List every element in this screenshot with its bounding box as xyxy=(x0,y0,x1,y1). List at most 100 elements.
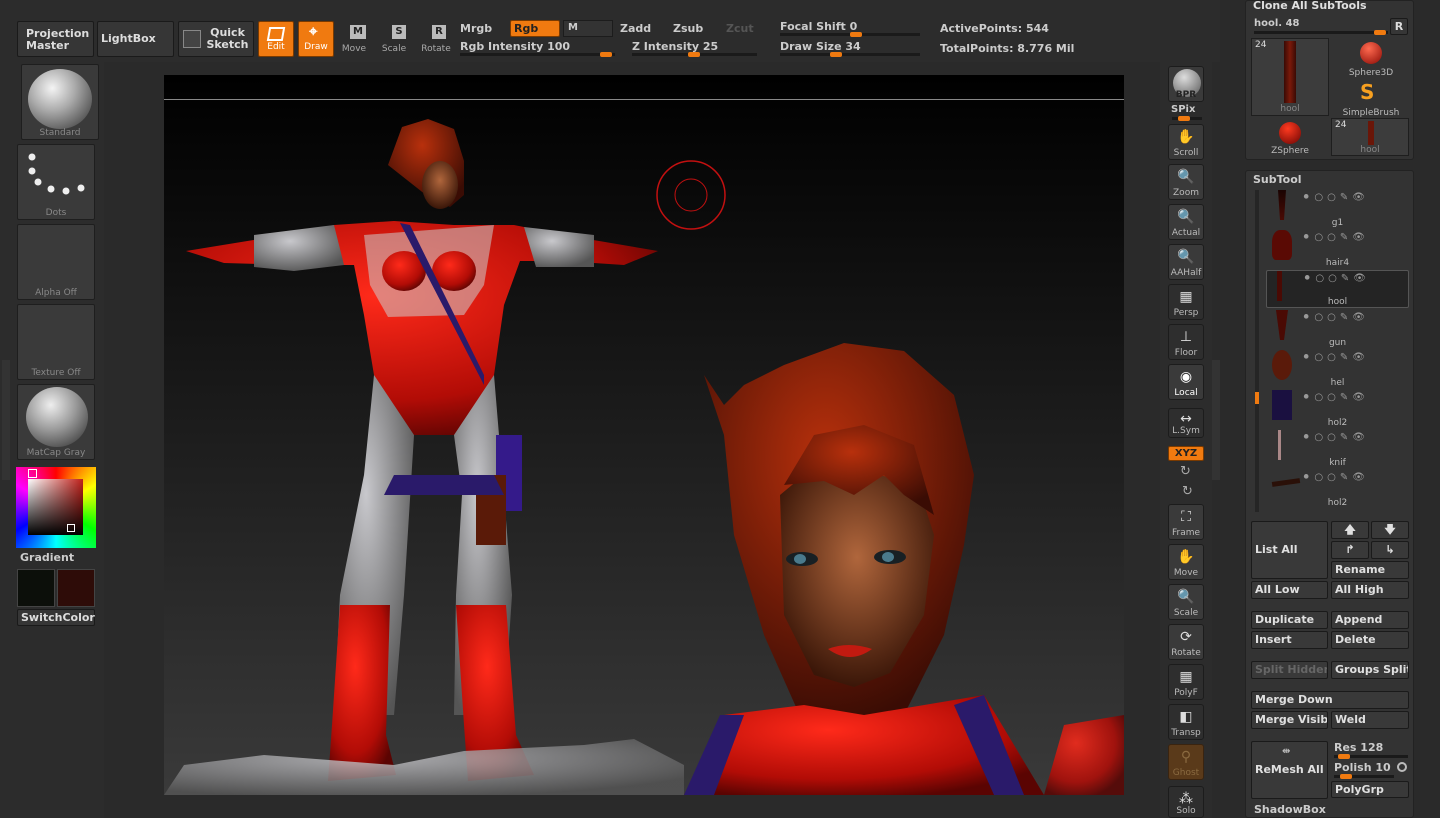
focal-shift-handle[interactable] xyxy=(850,32,862,37)
rgb-toggle[interactable]: Rgb xyxy=(510,20,560,37)
mrgb-toggle[interactable]: Mrgb xyxy=(460,22,492,35)
shadowbox-section[interactable]: ShadowBox xyxy=(1254,803,1326,816)
alpha-selector[interactable]: Alpha Off xyxy=(17,224,95,300)
weld-toggle[interactable]: Weld xyxy=(1331,711,1409,729)
value-marker[interactable] xyxy=(67,524,75,532)
m-toggle[interactable]: M xyxy=(563,20,613,37)
split-hidden-button[interactable]: Split Hidden xyxy=(1251,661,1328,679)
zsub-toggle[interactable]: Zsub xyxy=(673,22,703,35)
transp-button[interactable]: ◧ Transp xyxy=(1168,704,1204,740)
frame-button[interactable]: ⛶ Frame xyxy=(1168,504,1204,540)
subtool-visibility-icons[interactable]: ⚫○○✎👁 xyxy=(1302,472,1369,483)
draw-size-slider[interactable] xyxy=(780,52,920,57)
insert-button[interactable]: Insert xyxy=(1251,631,1328,649)
tool-thumb-hool[interactable]: 24 hool xyxy=(1251,38,1329,116)
gradient-toggle[interactable]: Gradient xyxy=(20,551,74,564)
polish-handle[interactable] xyxy=(1340,774,1352,779)
move-down-step-button[interactable]: ↳ xyxy=(1371,541,1409,559)
left-tray-handle[interactable] xyxy=(2,360,10,480)
subtool-visibility-icons[interactable]: ⚫○○✎👁 xyxy=(1303,273,1370,284)
main-color-swatch[interactable] xyxy=(17,569,55,607)
tool-thumb-zsphere[interactable]: ZSphere xyxy=(1251,118,1329,156)
z-intensity-handle[interactable] xyxy=(688,52,700,57)
solo-button[interactable]: ⁂ Solo xyxy=(1168,786,1204,818)
subtool-visibility-icons[interactable]: ⚫○○✎👁 xyxy=(1302,392,1369,403)
zoom-button[interactable]: 🔍 Zoom xyxy=(1168,164,1204,200)
rotate-view-button[interactable]: ⟳ Rotate xyxy=(1168,624,1204,660)
subtool-list-scrollbar[interactable] xyxy=(1255,190,1259,512)
subtool-scroll-marker[interactable] xyxy=(1255,392,1259,404)
tool-thumb-sphere3d[interactable]: Sphere3D xyxy=(1332,40,1410,78)
res-slider[interactable] xyxy=(1334,754,1408,759)
spix-slider[interactable] xyxy=(1172,116,1202,121)
lsym-button[interactable]: ↔ L.Sym xyxy=(1168,408,1204,438)
subtool-item[interactable]: ⚫○○✎👁 hol2 xyxy=(1266,390,1409,428)
duplicate-button[interactable]: Duplicate xyxy=(1251,611,1328,629)
move-down-button[interactable]: 🡇 xyxy=(1371,521,1409,539)
tool-thumb-simplebrush[interactable]: S SimpleBrush xyxy=(1332,80,1410,118)
move-button[interactable]: M Move xyxy=(338,21,370,57)
rotate-button[interactable]: R Rotate xyxy=(418,21,454,57)
edit-button[interactable]: Edit xyxy=(258,21,294,57)
subtool-visibility-icons[interactable]: ⚫○○✎👁 xyxy=(1302,432,1369,443)
subtool-item-selected[interactable]: ⚫○○✎👁 hool xyxy=(1266,270,1409,308)
rgb-intensity-slider[interactable] xyxy=(460,52,615,57)
merge-visible-button[interactable]: Merge Visible xyxy=(1251,711,1328,729)
subtool-item[interactable]: ⚫○○✎👁 hair4 xyxy=(1266,230,1409,268)
clone-all-subtools-button[interactable]: Clone All SubTools xyxy=(1250,0,1410,16)
append-button[interactable]: Append xyxy=(1331,611,1409,629)
right-tray-handle[interactable] xyxy=(1212,360,1220,480)
xyz-button[interactable]: XYZ xyxy=(1168,446,1204,461)
scroll-button[interactable]: ✋ Scroll xyxy=(1168,124,1204,160)
subtool-item[interactable]: ⚫○○✎👁 g1 xyxy=(1266,190,1409,228)
subtool-item[interactable]: ⚫○○✎👁 gun xyxy=(1266,310,1409,348)
texture-selector[interactable]: Texture Off xyxy=(17,304,95,380)
merge-down-button[interactable]: Merge Down xyxy=(1251,691,1409,709)
stroke-selector[interactable]: Dots xyxy=(17,144,95,220)
draw-button[interactable]: ⌖ Draw xyxy=(298,21,334,57)
zcut-toggle[interactable]: Zcut xyxy=(726,22,754,35)
res-handle[interactable] xyxy=(1338,754,1350,759)
actual-button[interactable]: 🔍 Actual xyxy=(1168,204,1204,240)
draw-size-handle[interactable] xyxy=(830,52,842,57)
rotate-y-icon[interactable]: ↻ xyxy=(1180,464,1191,479)
tool-r-button[interactable]: R xyxy=(1390,18,1408,35)
document-canvas[interactable] xyxy=(164,75,1124,795)
floor-button[interactable]: ⊥ Floor xyxy=(1168,324,1204,360)
rotate-z-icon[interactable]: ↻ xyxy=(1182,484,1193,499)
subtool-visibility-icons[interactable]: ⚫○○✎👁 xyxy=(1302,312,1369,323)
groups-split-button[interactable]: Groups Split xyxy=(1331,661,1409,679)
hue-marker[interactable] xyxy=(28,469,37,478)
remesh-all-button[interactable]: ⇹ ReMesh All xyxy=(1251,741,1328,799)
switchcolor-button[interactable]: SwitchColor xyxy=(17,609,95,626)
subtool-visibility-icons[interactable]: ⚫○○✎👁 xyxy=(1302,192,1369,203)
all-high-button[interactable]: All High xyxy=(1331,581,1409,599)
material-selector[interactable]: MatCap Gray xyxy=(17,384,95,460)
current-tool-slider[interactable] xyxy=(1254,30,1388,35)
polish-slider[interactable] xyxy=(1334,774,1394,779)
lightbox-button[interactable]: LightBox xyxy=(97,21,174,57)
current-tool-handle[interactable] xyxy=(1374,30,1386,35)
spix-handle[interactable] xyxy=(1178,116,1190,121)
persp-button[interactable]: ▦ Persp xyxy=(1168,284,1204,320)
tool-thumb-hool-2[interactable]: 24 hool xyxy=(1331,118,1409,156)
z-intensity-slider[interactable] xyxy=(632,52,757,57)
move-view-button[interactable]: ✋ Move xyxy=(1168,544,1204,580)
ghost-button[interactable]: ⚲ Ghost xyxy=(1168,744,1204,780)
secondary-color-swatch[interactable] xyxy=(57,569,95,607)
polyf-button[interactable]: ▦ PolyF xyxy=(1168,664,1204,700)
list-all-button[interactable]: List All xyxy=(1251,521,1328,579)
aahalf-button[interactable]: 🔍 AAHalf xyxy=(1168,244,1204,280)
move-up-button[interactable]: 🡅 xyxy=(1331,521,1369,539)
polish-circle-icon[interactable] xyxy=(1397,762,1407,772)
scale-button[interactable]: S Scale xyxy=(378,21,410,57)
zadd-toggle[interactable]: Zadd xyxy=(620,22,651,35)
all-low-button[interactable]: All Low xyxy=(1251,581,1328,599)
local-button[interactable]: ◉ Local xyxy=(1168,364,1204,400)
subtool-item[interactable]: ⚫○○✎👁 hol2 xyxy=(1266,470,1409,508)
subtool-item[interactable]: ⚫○○✎👁 knif xyxy=(1266,430,1409,468)
subtool-visibility-icons[interactable]: ⚫○○✎👁 xyxy=(1302,232,1369,243)
quick-sketch-button[interactable]: Quick Sketch xyxy=(178,21,254,57)
rename-button[interactable]: Rename xyxy=(1331,561,1409,579)
move-up-step-button[interactable]: ↱ xyxy=(1331,541,1369,559)
